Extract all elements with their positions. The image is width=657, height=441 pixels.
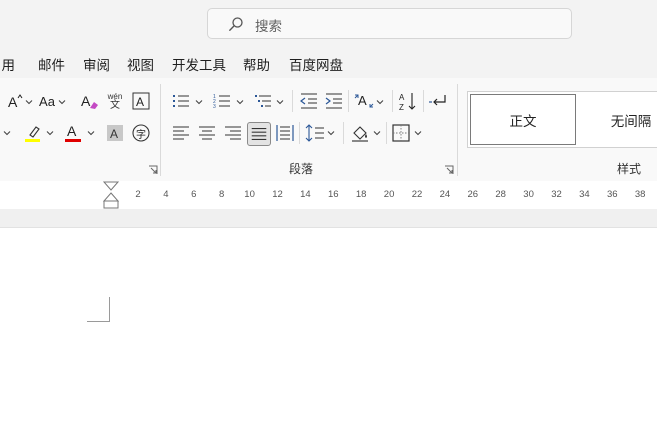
justify-icon[interactable] <box>247 122 271 146</box>
paragraph-dialog-launcher-icon[interactable] <box>444 165 454 175</box>
chevron-down-icon[interactable] <box>24 97 34 107</box>
svg-text:A: A <box>67 123 77 139</box>
indent-markers-icon[interactable] <box>103 181 119 209</box>
chevron-down-icon[interactable] <box>194 97 204 107</box>
ribbon-tabs: 引用 邮件 审阅 视图 开发工具 帮助 百度网盘 <box>0 46 657 78</box>
svg-text:A: A <box>399 93 405 102</box>
svg-text:3: 3 <box>213 104 216 110</box>
ribbon-home: A Aa A wén 文 A A A 字 123 A A Z 段落 正文 无间隔… <box>0 78 657 182</box>
change-case-icon[interactable]: Aa <box>35 90 59 112</box>
group-separator <box>457 84 458 176</box>
ruler-tick-label: 38 <box>634 189 646 200</box>
style-normal[interactable]: 正文 <box>470 94 576 145</box>
ruler-tick-label: 14 <box>300 189 311 200</box>
chevron-down-icon[interactable] <box>2 128 12 138</box>
ruler-tick-label: 26 <box>467 189 479 200</box>
align-left-icon[interactable] <box>170 122 192 144</box>
chevron-down-icon[interactable] <box>86 128 96 138</box>
character-shading-icon[interactable]: A <box>104 122 126 144</box>
line-spacing-icon[interactable] <box>304 122 326 144</box>
ruler-tick-label: 30 <box>523 189 534 200</box>
svg-text:A: A <box>136 95 144 109</box>
tab-references[interactable]: 引用 <box>0 54 15 74</box>
svg-text:A: A <box>358 93 367 108</box>
chevron-down-icon[interactable] <box>375 97 385 107</box>
font-dialog-launcher-icon[interactable] <box>148 165 158 175</box>
chevron-down-icon[interactable] <box>57 97 67 107</box>
tab-baidu-netdisk[interactable]: 百度网盘 <box>289 54 343 74</box>
center-icon[interactable] <box>196 122 218 144</box>
search-box[interactable]: 搜索 <box>207 8 572 39</box>
ruler-tick-label: 36 <box>607 189 618 200</box>
sort-icon[interactable]: AZ <box>397 90 419 112</box>
distributed-icon[interactable] <box>274 122 296 144</box>
chevron-down-icon[interactable] <box>45 128 55 138</box>
tab-developer[interactable]: 开发工具 <box>172 54 226 74</box>
ruler-tick-label: 4 <box>163 189 169 200</box>
separator <box>386 122 387 144</box>
grow-font-icon[interactable]: A <box>4 90 26 112</box>
page-gap <box>0 209 657 228</box>
ruler-tick-label: 22 <box>411 189 423 200</box>
separator <box>299 122 300 144</box>
decrease-indent-icon[interactable] <box>298 90 320 112</box>
separator <box>392 90 393 112</box>
ruler-tick-label: 6 <box>191 189 197 200</box>
tab-review[interactable]: 审阅 <box>83 54 110 74</box>
separator <box>348 90 349 112</box>
phonetic-guide-icon[interactable]: wén 文 <box>104 90 126 112</box>
ruler-tick-label: 28 <box>495 189 506 200</box>
align-right-icon[interactable] <box>222 122 244 144</box>
highlight-color-icon[interactable] <box>22 122 44 144</box>
ruler-tick-label: 20 <box>383 189 395 200</box>
search-placeholder: 搜索 <box>255 19 282 34</box>
tab-view[interactable]: 视图 <box>127 54 154 74</box>
ruler-tick-label: 10 <box>244 189 255 200</box>
svg-text:Z: Z <box>399 103 404 112</box>
increase-indent-icon[interactable] <box>323 90 345 112</box>
document-canvas[interactable] <box>0 209 657 441</box>
search-icon <box>228 16 244 32</box>
ruler-tick-label: 8 <box>219 189 225 200</box>
show-paragraph-marks-icon[interactable] <box>427 90 449 112</box>
ruler-tick-label: 34 <box>579 189 590 200</box>
styles-group-label: 样式 <box>617 162 642 176</box>
separator <box>292 90 293 112</box>
enclose-characters-icon[interactable]: 字 <box>130 122 152 144</box>
borders-icon[interactable] <box>390 122 412 144</box>
chevron-down-icon[interactable] <box>275 97 285 107</box>
svg-text:A: A <box>81 93 91 109</box>
chevron-down-icon[interactable] <box>413 128 423 138</box>
svg-text:A: A <box>110 127 118 141</box>
page-margin-corner-mark <box>87 297 110 322</box>
tab-mailings[interactable]: 邮件 <box>38 54 65 74</box>
title-bar: 搜索 <box>0 0 657 46</box>
multilevel-list-icon[interactable] <box>252 90 274 112</box>
bullets-icon[interactable] <box>170 90 192 112</box>
separator <box>423 90 424 112</box>
chevron-down-icon[interactable] <box>326 128 336 138</box>
style-no-spacing[interactable]: 无间隔 <box>596 94 657 145</box>
group-separator <box>160 84 161 176</box>
chevron-down-icon[interactable] <box>235 97 245 107</box>
tab-help[interactable]: 帮助 <box>243 54 270 74</box>
separator <box>343 122 344 144</box>
ruler-tick-label: 12 <box>272 189 283 200</box>
ruler-tick-label: 2 <box>135 189 141 200</box>
ruler-tick-label: 24 <box>439 189 451 200</box>
chevron-down-icon[interactable] <box>372 128 382 138</box>
character-border-icon[interactable]: A <box>130 90 152 112</box>
clear-formatting-icon[interactable]: A <box>78 90 100 112</box>
styles-gallery: 正文 无间隔 <box>467 91 657 148</box>
svg-text:A: A <box>8 94 18 110</box>
horizontal-ruler: 2 4 6 8 10 12 14 16 18 20 22 24 26 28 30 32 34 36 38 <box>0 181 657 209</box>
ruler-tick-label: 18 <box>355 189 367 200</box>
paragraph-group-label: 段落 <box>289 162 314 176</box>
ruler-tick-label: 32 <box>551 189 562 200</box>
chinese-layout-icon[interactable]: A <box>353 90 375 112</box>
shading-icon[interactable] <box>349 122 371 144</box>
ruler-tick-label: 16 <box>328 189 339 200</box>
font-color-icon[interactable]: A <box>62 122 84 144</box>
numbering-icon[interactable]: 123 <box>211 90 233 112</box>
